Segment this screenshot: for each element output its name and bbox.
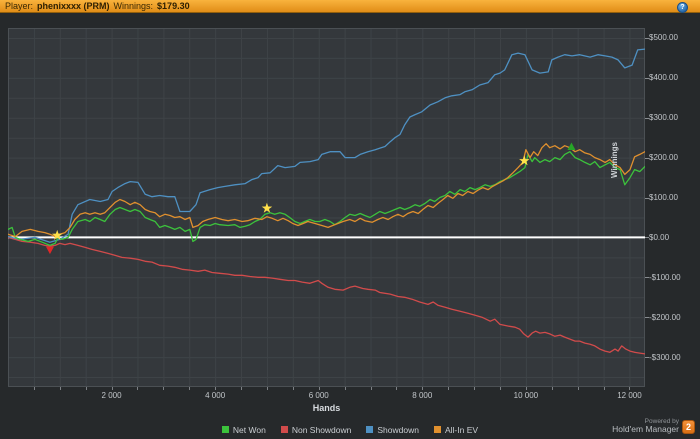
y-tick-label: $100.00 bbox=[649, 193, 678, 203]
legend-swatch bbox=[221, 426, 229, 433]
x-tick-mark bbox=[344, 387, 346, 390]
x-tick-mark bbox=[85, 387, 87, 390]
x-tick-label: 6 000 bbox=[308, 391, 329, 400]
x-tick-mark bbox=[111, 387, 113, 390]
y-tick-label: -$300.00 bbox=[649, 352, 681, 362]
x-tick-mark bbox=[422, 387, 424, 390]
x-tick-mark bbox=[629, 387, 631, 390]
legend-label: All-In EV bbox=[444, 424, 479, 435]
legend-label: Showdown bbox=[377, 424, 419, 435]
title-bar: Player: phenixxxx (PRM) Winnings: $179.3… bbox=[0, 0, 700, 13]
x-tick-label: 2 000 bbox=[101, 391, 122, 400]
legend-label: Net Won bbox=[232, 424, 266, 435]
app-name: Hold'em Manager bbox=[612, 423, 679, 434]
x-tick-mark bbox=[59, 387, 61, 390]
legend-label: Non Showdown bbox=[291, 424, 352, 435]
x-tick-mark bbox=[396, 387, 398, 390]
y-tick-mark bbox=[645, 277, 649, 279]
y-tick-mark bbox=[645, 237, 649, 239]
winnings-label: Winnings: bbox=[113, 1, 154, 11]
x-tick-mark bbox=[474, 387, 476, 390]
chart-legend: Net Won Non Showdown Showdown All-In EV bbox=[0, 423, 700, 436]
y-tick-mark bbox=[645, 157, 649, 159]
y-tick-mark bbox=[645, 317, 649, 319]
y-axis-title: Winnings bbox=[610, 142, 619, 178]
y-tick-label: $0.00 bbox=[649, 232, 670, 242]
y-tick-label: $400.00 bbox=[649, 73, 678, 83]
legend-item-showdown[interactable]: Showdown bbox=[366, 425, 419, 435]
legend-item-all-in-ev[interactable]: All-In EV bbox=[433, 424, 479, 435]
player-name: phenixxxx (PRM) bbox=[37, 1, 110, 11]
chart-plot[interactable] bbox=[8, 28, 645, 387]
x-tick-mark bbox=[292, 387, 294, 390]
legend-item-net-won[interactable]: Net Won bbox=[221, 424, 266, 435]
x-tick-mark bbox=[370, 387, 372, 390]
y-tick-mark bbox=[645, 117, 649, 119]
x-tick-mark bbox=[448, 387, 450, 390]
x-tick-label: 4 000 bbox=[205, 391, 226, 400]
y-tick-label: -$200.00 bbox=[649, 312, 681, 322]
legend-item-non-showdown[interactable]: Non Showdown bbox=[280, 424, 352, 435]
app-badge-icon: 2 bbox=[682, 420, 695, 434]
x-tick-mark bbox=[163, 387, 165, 390]
y-tick-mark bbox=[645, 197, 649, 199]
y-tick-mark bbox=[645, 77, 649, 79]
x-tick-mark bbox=[525, 387, 527, 390]
y-tick-label: $200.00 bbox=[649, 153, 678, 163]
legend-swatch bbox=[433, 426, 441, 433]
x-tick-mark bbox=[266, 387, 268, 390]
y-tick-label: -$100.00 bbox=[649, 272, 681, 282]
winnings-chart[interactable] bbox=[8, 28, 645, 387]
powered-by: Powered by Hold'em Manager 2 bbox=[612, 418, 695, 434]
triangle-up-marker bbox=[567, 142, 576, 150]
help-icon[interactable]: ? bbox=[677, 2, 688, 13]
triangle-down-marker bbox=[45, 246, 54, 255]
legend-swatch bbox=[280, 426, 288, 433]
y-tick-label: $300.00 bbox=[649, 113, 678, 123]
x-tick-mark bbox=[33, 387, 35, 390]
x-tick-mark bbox=[318, 387, 320, 390]
x-axis-title: Hands bbox=[312, 403, 341, 413]
x-tick-mark bbox=[137, 387, 139, 390]
series-line-net-won bbox=[8, 151, 645, 247]
x-tick-mark bbox=[551, 387, 553, 390]
x-tick-mark bbox=[241, 387, 243, 390]
y-tick-mark bbox=[645, 37, 649, 39]
x-tick-mark bbox=[603, 387, 605, 390]
x-tick-label: 8 000 bbox=[412, 391, 433, 400]
x-tick-label: 10 000 bbox=[513, 391, 539, 400]
winnings-value: $179.30 bbox=[157, 1, 190, 11]
legend-swatch bbox=[366, 426, 374, 433]
series-line-all-in-ev bbox=[8, 143, 645, 238]
x-tick-mark bbox=[215, 387, 217, 390]
player-label: Player: bbox=[5, 1, 34, 11]
x-tick-mark bbox=[499, 387, 501, 390]
series-line-non-showdown bbox=[8, 236, 645, 355]
x-tick-mark bbox=[189, 387, 191, 390]
x-tick-mark bbox=[577, 387, 579, 390]
plot-border bbox=[8, 28, 645, 387]
x-tick-label: 12 000 bbox=[617, 391, 642, 400]
y-tick-label: $500.00 bbox=[649, 33, 678, 43]
y-tick-mark bbox=[645, 357, 649, 359]
